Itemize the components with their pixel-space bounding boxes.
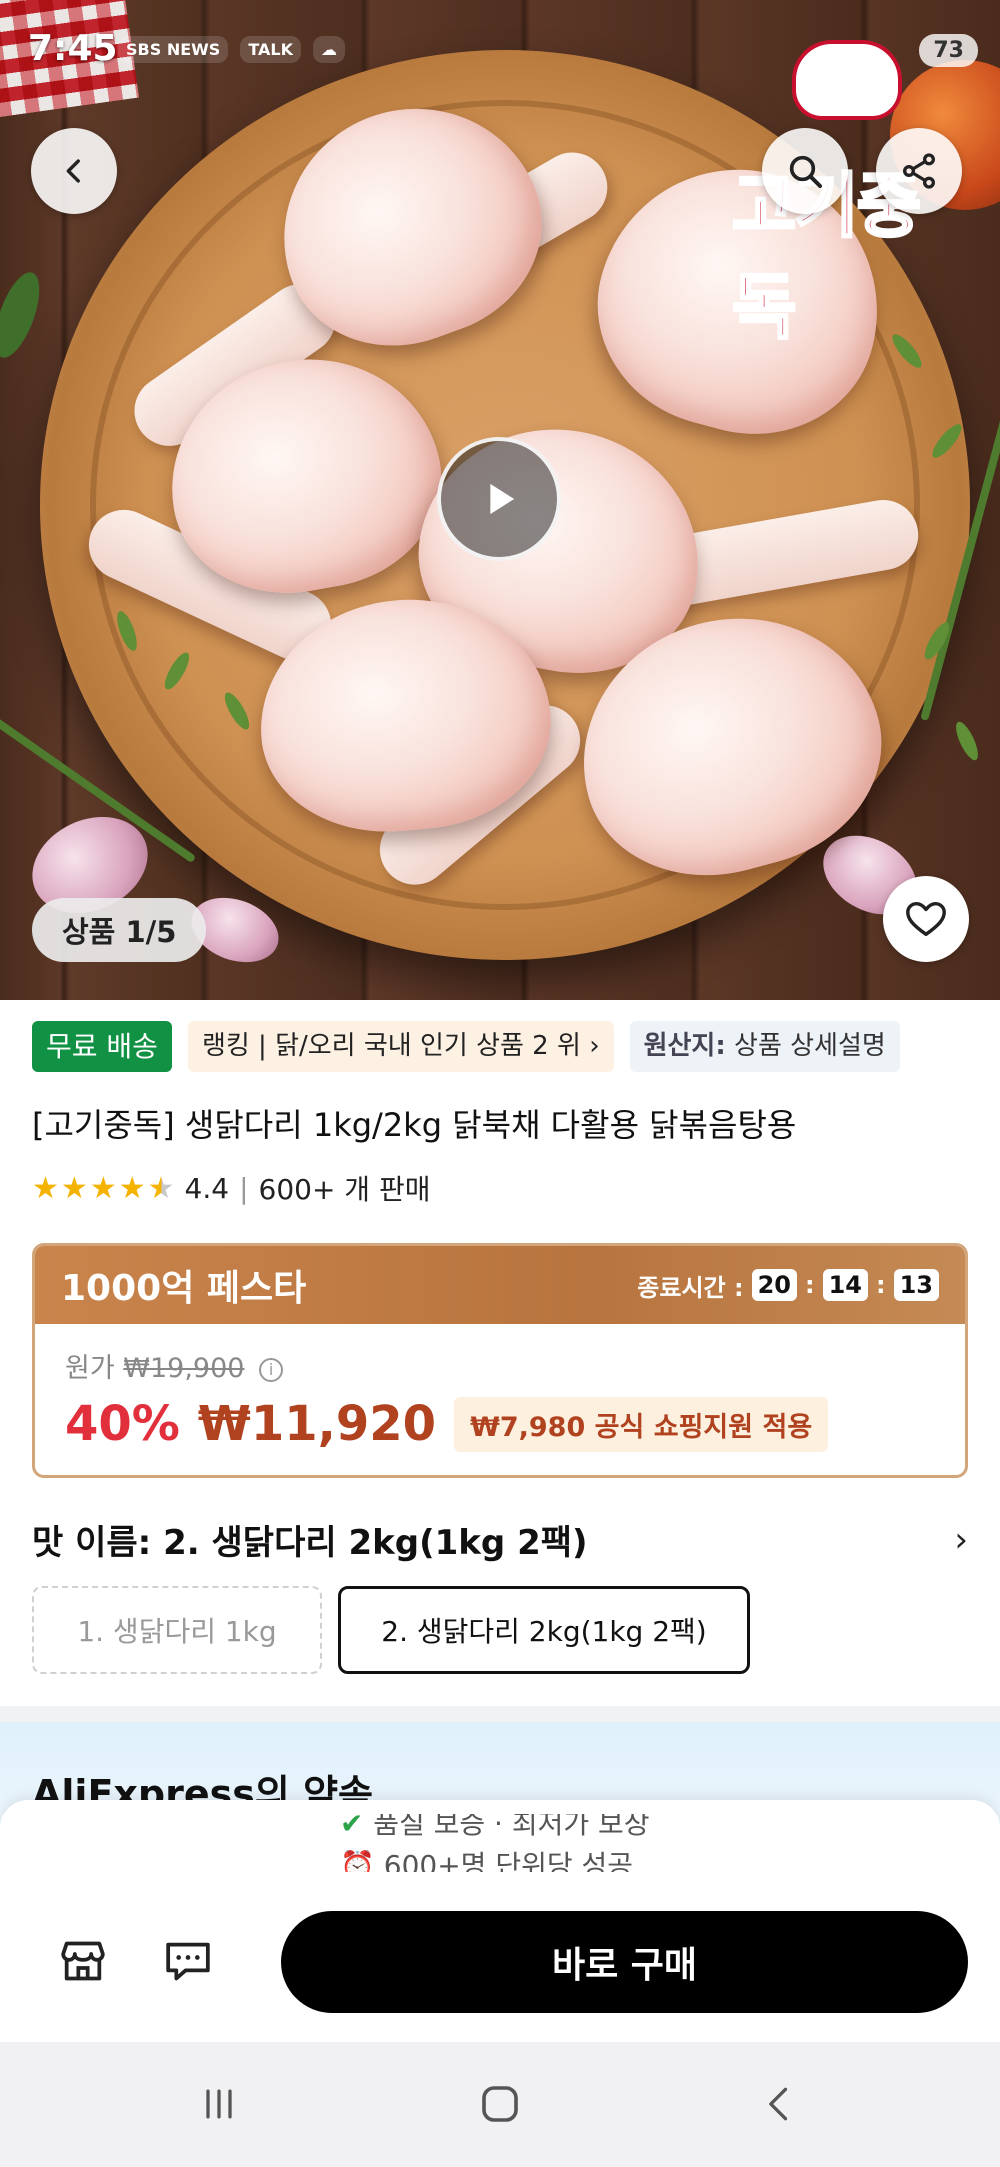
colon: :: [875, 1271, 886, 1299]
festa-price-box: 1000억 페스타 종료시간 : 20 : 14 : 13 원가 ₩19,900…: [32, 1243, 968, 1478]
chevron-left-icon: [66, 159, 80, 183]
search-icon: [789, 155, 822, 188]
product-title: [고기중독] 생닭다리 1kg/2kg 닭북채 다활용 닭볶음탕용: [32, 1106, 797, 1144]
sold-count: 600+ 개 판매: [258, 1173, 431, 1206]
status-time: 7:45: [28, 28, 118, 69]
sbs-news-icon: SBS NEWS: [118, 36, 229, 63]
discount-percent: 40%: [65, 1396, 180, 1452]
star-icon: ★: [118, 1170, 146, 1206]
ranking-text: 랭킹 | 닭/오리 국내 인기 상품 2 위: [201, 1031, 581, 1061]
image-counter: 상품 1/5: [32, 898, 207, 962]
section-divider: [0, 1706, 1000, 1722]
chevron-right-icon[interactable]: ›: [954, 1520, 968, 1560]
info-icon[interactable]: i: [259, 1357, 284, 1382]
original-price-row: 원가 ₩19,900 i: [65, 1346, 284, 1385]
store-icon: [61, 1941, 105, 1981]
original-price-label: 원가: [65, 1353, 115, 1384]
rating-row[interactable]: ★ ★ ★ ★ ★ 4.4 | 600+ 개 판매: [32, 1168, 431, 1208]
ranking-badge[interactable]: 랭킹 | 닭/오리 국내 인기 상품 2 위 ›: [187, 1021, 614, 1072]
countdown-hours: 20: [751, 1269, 797, 1301]
wishlist-button[interactable]: [883, 876, 969, 962]
promise-peek: ✔ 품질 보증 · 최저가 보장 ⏰ 600+명 단위당 성공: [0, 1814, 1000, 1872]
nav-back-button[interactable]: [745, 2072, 815, 2136]
countdown-seconds: 13: [893, 1269, 939, 1301]
price-row: 40% ₩11,920 ₩7,980 공식 쇼핑지원 적용: [65, 1396, 829, 1452]
festa-title: 1000억 페스타: [61, 1268, 307, 1309]
home-icon: [482, 2086, 518, 2122]
screen: 7:45 SBS NEWS TALK ☁ 73 고기중독 상품 1/5: [0, 0, 1000, 2167]
kakaotalk-icon: TALK: [240, 36, 301, 63]
chat-button[interactable]: [155, 1928, 221, 1994]
countdown-timer: 종료시간 : 20 : 14 : 13: [637, 1268, 939, 1303]
search-button[interactable]: [762, 128, 848, 214]
free-shipping-badge: 무료 배송: [32, 1021, 172, 1072]
option-2kg-selected[interactable]: 2. 생닭다리 2kg(1kg 2팩): [338, 1586, 750, 1674]
countdown-minutes: 14: [822, 1269, 868, 1301]
share-icon: [903, 153, 935, 189]
colon: :: [804, 1271, 815, 1299]
promise-line: ⏰ 600+명 단위당 성공: [340, 1844, 633, 1872]
origin-value: 상품 상세설명: [734, 1031, 886, 1061]
star-rating: ★ ★ ★ ★ ★: [32, 1171, 175, 1206]
back-button[interactable]: [31, 128, 117, 214]
chevron-right-icon: ›: [589, 1031, 600, 1061]
alarm-icon: ⏰: [340, 1849, 384, 1872]
original-price: ₩19,900: [123, 1353, 245, 1384]
product-image[interactable]: 7:45 SBS NEWS TALK ☁ 73 고기중독 상품 1/5: [0, 0, 1000, 1000]
promise-line: ✔ 품질 보증 · 최저가 보장: [340, 1814, 650, 1842]
play-icon: [490, 483, 515, 515]
cow-mascot-icon: [792, 40, 902, 120]
shopping-support-badge: ₩7,980 공식 쇼핑지원 적용: [454, 1396, 829, 1452]
chat-icon: [166, 1942, 210, 1981]
buy-now-button[interactable]: 바로 구매: [281, 1911, 968, 2013]
check-icon: ✔: [340, 1814, 374, 1840]
option-label: 맛 이름: 2. 생닭다리 2kg(1kg 2팩): [32, 1523, 588, 1563]
star-icon: ★: [60, 1170, 88, 1206]
sale-price: ₩11,920: [197, 1396, 437, 1452]
star-icon: ★: [89, 1170, 117, 1206]
festa-header: 1000억 페스타 종료시간 : 20 : 14 : 13: [35, 1246, 965, 1324]
product-tags: 무료 배송 랭킹 | 닭/오리 국내 인기 상품 2 위 › 원산지: 상품 상…: [32, 1021, 900, 1072]
star-icon: ★: [32, 1170, 59, 1206]
option-1kg[interactable]: 1. 생닭다리 1kg: [32, 1586, 322, 1674]
status-notification-icons: SBS NEWS TALK ☁: [118, 36, 345, 63]
heart-icon: [906, 901, 946, 937]
rosemary-leaf: [951, 719, 983, 763]
cloud-icon: ☁: [312, 36, 345, 63]
nav-recents-button[interactable]: [184, 2072, 254, 2136]
origin-label: 원산지:: [643, 1031, 726, 1061]
origin-badge: 원산지: 상품 상세설명: [629, 1021, 900, 1072]
play-video-button[interactable]: [437, 437, 561, 561]
half-star-icon: ★: [147, 1170, 175, 1206]
recents-icon: [206, 2089, 232, 2119]
separator: |: [239, 1171, 249, 1205]
back-icon: [769, 2087, 788, 2121]
share-button[interactable]: [876, 128, 962, 214]
rating-value: 4.4: [184, 1171, 230, 1205]
nav-home-button[interactable]: [465, 2072, 535, 2136]
store-button[interactable]: [50, 1928, 116, 1994]
basil-leaf: [0, 266, 49, 364]
countdown-label: 종료시간 :: [637, 1273, 744, 1302]
